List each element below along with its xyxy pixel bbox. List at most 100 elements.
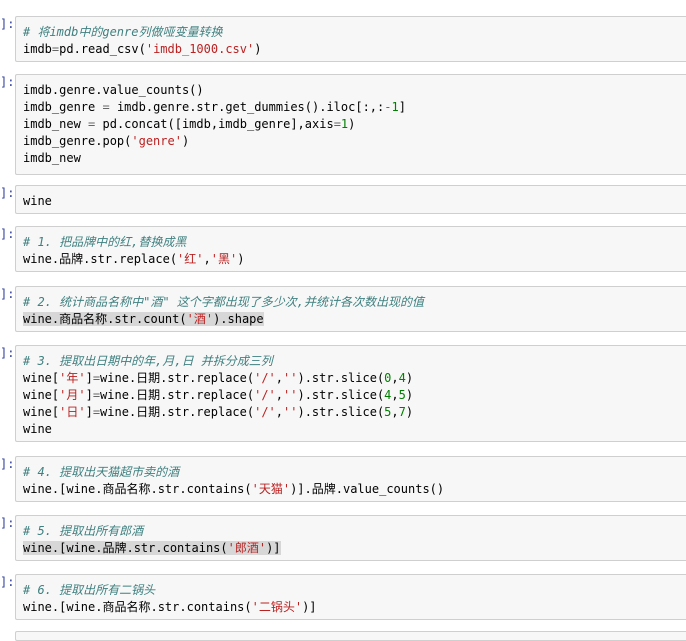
code-line: imdb_new (23, 150, 686, 167)
code-token: , (275, 388, 284, 402)
code-token: wine[ (23, 388, 60, 402)
code-token: imdb.genre.value_counts() (23, 83, 204, 97)
code-line: # 将imdb中的genre列做哑变量转换 (23, 24, 686, 41)
cell-input[interactable]: # 2. 统计商品名称中"酒" 这个字都出现了多少次,并统计各次数出现的值 win… (15, 286, 686, 332)
code-token: ) (405, 388, 414, 402)
code-token: ) (254, 42, 262, 56)
code-line: wine (23, 193, 686, 210)
code-token: imdb_genre (23, 100, 103, 114)
code-cell-8[interactable]: ]: # 5. 提取出所有郎酒 wine.[wine.品牌.str.contain… (0, 515, 686, 561)
cell-input[interactable] (15, 631, 686, 641)
code-token: ).str.slice( (297, 388, 385, 402)
code-token: imdb (23, 42, 52, 56)
code-token: )] (302, 600, 317, 614)
code-token: , (203, 252, 211, 266)
code-token: ] (85, 405, 93, 419)
code-token: '' (283, 405, 298, 419)
notebook: ]: # 将imdb中的genre列做哑变量转换 imdb=pd.read_csv… (0, 0, 686, 641)
code-cell-7[interactable]: ]: # 4. 提取出天猫超市卖的酒 wine.[wine.商品名称.str.co… (0, 456, 686, 502)
code-token: imdb.genre.str.get_dummies().iloc[:,: (109, 100, 385, 114)
code-line: # 4. 提取出天猫超市卖的酒 (23, 464, 686, 481)
cell-prompt: ]: (0, 186, 15, 200)
code-token: wine.[wine.商品名称.str.contains( (23, 482, 252, 496)
code-comment: # 4. 提取出天猫超市卖的酒 (23, 465, 180, 479)
code-token: = (92, 371, 101, 385)
code-comment: # 将imdb中的genre列做哑变量转换 (23, 25, 223, 39)
cell-prompt: ]: (0, 227, 15, 241)
code-token: '酒' (186, 312, 214, 326)
code-cell-6[interactable]: ]: # 3. 提取出日期中的年,月,日 并拆分成三列 wine['年']=win… (0, 345, 686, 442)
cell-input[interactable]: # 3. 提取出日期中的年,月,日 并拆分成三列 wine['年']=wine.日… (15, 345, 686, 442)
code-cell-10-partial[interactable] (0, 631, 686, 641)
code-token: '二锅头' (251, 600, 303, 614)
code-token: wine.[wine.商品名称.str.contains( (23, 600, 252, 614)
code-token: )] (266, 541, 281, 555)
code-line: imdb_new = pd.concat([imdb,imdb_genre],a… (23, 116, 686, 133)
code-token: ] (398, 100, 406, 114)
code-line: wine.品牌.str.replace('红','黑') (23, 251, 686, 268)
code-cell-5[interactable]: ]: # 2. 统计商品名称中"酒" 这个字都出现了多少次,并统计各次数出现的值… (0, 286, 686, 332)
code-token: ).shape (213, 312, 264, 326)
code-token: ) (405, 405, 414, 419)
code-token: ) (405, 371, 414, 385)
code-token: ] (85, 371, 93, 385)
code-line: # 3. 提取出日期中的年,月,日 并拆分成三列 (23, 353, 686, 370)
code-token: = (102, 100, 110, 114)
code-token: wine[ (23, 371, 60, 385)
code-token: '月' (59, 388, 86, 402)
code-token: , (391, 388, 399, 402)
cell-input[interactable]: wine (15, 185, 686, 214)
code-cell-3[interactable]: ]: wine (0, 185, 686, 214)
code-line: imdb.genre.value_counts() (23, 82, 686, 99)
code-token: wine.日期.str.replace( (100, 388, 255, 402)
code-token: = (333, 117, 341, 131)
code-token: ).str.slice( (297, 405, 385, 419)
code-token: wine.日期.str.replace( (100, 405, 255, 419)
code-token: imdb_genre.pop( (23, 134, 132, 148)
code-token: 5 (398, 388, 406, 402)
code-line: # 6. 提取出所有二锅头 (23, 582, 686, 599)
cell-input[interactable]: # 将imdb中的genre列做哑变量转换 imdb=pd.read_csv('i… (15, 16, 686, 62)
cell-input[interactable]: imdb.genre.value_counts() imdb_genre = im… (15, 74, 686, 175)
code-comment: # 1. 把品牌中的红,替换成黑 (23, 235, 187, 249)
code-line: imdb=pd.read_csv('imdb_1000.csv') (23, 41, 686, 58)
cell-input[interactable]: # 1. 把品牌中的红,替换成黑 wine.品牌.str.replace('红',… (15, 226, 686, 272)
code-cell-1[interactable]: ]: # 将imdb中的genre列做哑变量转换 imdb=pd.read_csv… (0, 16, 686, 62)
cell-input[interactable]: # 6. 提取出所有二锅头 wine.[wine.商品名称.str.contain… (15, 574, 686, 620)
code-token: '日' (59, 405, 86, 419)
code-comment: # 5. 提取出所有郎酒 (23, 524, 144, 538)
code-token: '' (283, 371, 298, 385)
cell-input[interactable]: # 4. 提取出天猫超市卖的酒 wine.[wine.商品名称.str.conta… (15, 456, 686, 502)
code-token: wine.[wine.品牌.str.contains( (23, 541, 228, 555)
code-token: )].品牌.value_counts() (290, 482, 445, 496)
code-line: wine.[wine.品牌.str.contains('郎酒')] (23, 540, 686, 557)
code-token: 7 (398, 405, 406, 419)
code-line: wine (23, 421, 686, 438)
code-line: wine.商品名称.str.count('酒').shape (23, 311, 686, 328)
code-line: # 2. 统计商品名称中"酒" 这个字都出现了多少次,并统计各次数出现的值 (23, 294, 686, 311)
code-token: wine.品牌.str.replace( (23, 252, 178, 266)
code-token: '/' (254, 388, 276, 402)
code-token: '郎酒' (227, 541, 267, 555)
code-token: wine.日期.str.replace( (100, 371, 255, 385)
code-token: '黑' (210, 252, 238, 266)
code-token: ) (237, 252, 245, 266)
code-token: - (384, 100, 392, 114)
code-line: wine.[wine.商品名称.str.contains('二锅头')] (23, 599, 686, 616)
cell-prompt: ]: (0, 287, 15, 301)
code-cell-9[interactable]: ]: # 6. 提取出所有二锅头 wine.[wine.商品名称.str.cont… (0, 574, 686, 620)
code-token: '/' (254, 405, 276, 419)
code-token: 'genre' (131, 134, 182, 148)
code-line: wine.[wine.商品名称.str.contains('天猫')].品牌.v… (23, 481, 686, 498)
code-cell-4[interactable]: ]: # 1. 把品牌中的红,替换成黑 wine.品牌.str.replace('… (0, 226, 686, 272)
cell-prompt: ]: (0, 516, 15, 530)
code-line: wine['月']=wine.日期.str.replace('/','').st… (23, 387, 686, 404)
code-line: wine['年']=wine.日期.str.replace('/','').st… (23, 370, 686, 387)
code-cell-2[interactable]: ]: imdb.genre.value_counts() imdb_genre =… (0, 74, 686, 175)
code-token: '天猫' (251, 482, 291, 496)
cell-input[interactable]: # 5. 提取出所有郎酒 wine.[wine.品牌.str.contains('… (15, 515, 686, 561)
code-comment: # 2. 统计商品名称中"酒" 这个字都出现了多少次,并统计各次数出现的值 (23, 295, 425, 309)
code-token: '红' (177, 252, 204, 266)
code-token: pd.concat([imdb,imdb_genre],axis (95, 117, 334, 131)
code-token: ) (181, 134, 190, 148)
